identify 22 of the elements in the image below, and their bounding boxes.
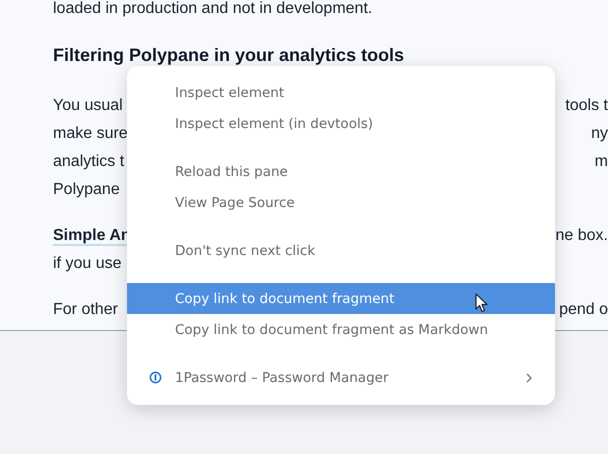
password-icon <box>149 371 162 384</box>
paragraph-text: ne box. <box>556 226 608 246</box>
menu-item[interactable]: Copy link to document fragment as Markdown <box>127 314 555 345</box>
section-heading: Filtering Polypane in your analytics tools <box>53 44 404 67</box>
paragraph-text: For other <box>53 300 118 320</box>
paragraph-text: m <box>594 152 608 172</box>
paragraph-text: ny <box>591 124 608 144</box>
paragraph-text: pend o <box>559 300 608 320</box>
mouse-cursor-icon <box>475 293 489 313</box>
menu-item[interactable]: Copy link to document fragment <box>127 283 555 314</box>
paragraph-text: analytics t <box>53 152 124 172</box>
paragraph-text: tools t <box>565 96 608 116</box>
menu-item[interactable]: Reload this pane <box>127 156 555 187</box>
menu-item[interactable]: View Page Source <box>127 187 555 218</box>
menu-item[interactable]: 1Password – Password Manager <box>127 362 555 393</box>
paragraph-text: You usual <box>53 96 123 116</box>
menu-item[interactable]: Inspect element (in devtools) <box>127 108 555 139</box>
paragraph-text: make sure <box>53 124 128 144</box>
menu-item[interactable]: Inspect element <box>127 77 555 108</box>
paragraph-text: if you use <box>53 254 122 274</box>
paragraph-text: loaded in production and not in development. <box>53 0 372 18</box>
paragraph-text: Polypane <box>53 180 120 200</box>
